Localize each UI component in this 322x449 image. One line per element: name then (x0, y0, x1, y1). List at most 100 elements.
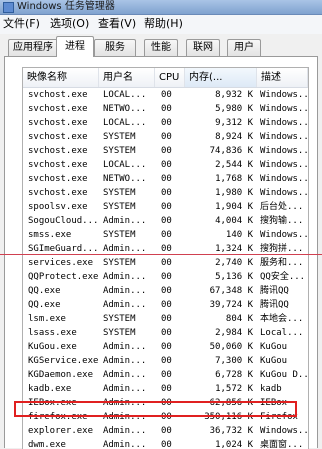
user-name-cell: SYSTEM (103, 188, 136, 198)
memory-cell: 1,572 K (215, 384, 253, 394)
memory-cell: 74,836 K (209, 146, 253, 156)
menu-bar: 文件(F) 选项(O) 查看(V) 帮助(H) (0, 15, 322, 34)
image-name-cell: kadb.exe (28, 384, 72, 394)
tab-users[interactable]: 用户 (227, 39, 261, 56)
memory-cell: 1,768 K (215, 174, 253, 184)
process-row[interactable]: spoolsv.exe SYSTEM 00 1,904 K 后台处... (23, 200, 308, 214)
process-row[interactable]: svchost.exe LOCAL... 00 8,932 K Windows... (23, 88, 308, 102)
process-row[interactable]: svchost.exe NETWO... 00 5,980 K Windows... (23, 102, 308, 116)
image-name-cell: KuGou.exe (28, 342, 77, 352)
cpu-cell: 00 (161, 370, 172, 380)
marker-line (0, 254, 322, 255)
process-row[interactable]: QQ.exe Admin... 00 39,724 K 腾讯QQ (23, 298, 308, 312)
description-cell: QQ安全... (260, 272, 306, 282)
process-row[interactable]: explorer.exe Admin... 00 36,732 K Windows... (23, 424, 308, 438)
user-name-cell: SYSTEM (103, 328, 136, 338)
description-cell: Windows... (260, 230, 308, 240)
memory-cell: 5,136 K (215, 272, 253, 282)
description-cell: 腾讯QQ (260, 300, 289, 310)
process-row[interactable]: KGDaemon.exe Admin... 00 6,728 K KuGou D... (23, 368, 308, 382)
image-name-cell: dwm.exe (28, 440, 66, 449)
description-cell: Windows... (260, 118, 308, 128)
process-row[interactable]: lsm.exe SYSTEM 00 804 K 本地会... (23, 312, 308, 326)
cpu-cell: 00 (161, 104, 172, 114)
memory-cell: 39,724 K (209, 300, 253, 310)
image-name-cell: lsm.exe (28, 314, 66, 324)
column-header-description[interactable]: 描述 (257, 68, 308, 87)
process-row[interactable]: svchost.exe SYSTEM 00 1,980 K Windows... (23, 186, 308, 200)
memory-cell: 2,740 K (215, 258, 253, 268)
column-header-image-name[interactable]: 映像名称 (23, 68, 99, 87)
process-row[interactable]: dwm.exe Admin... 00 1,024 K 桌面窗... (23, 438, 308, 449)
user-name-cell: SYSTEM (103, 230, 136, 240)
user-name-cell: LOCAL... (103, 160, 147, 170)
column-header-cpu[interactable]: CPU (155, 68, 185, 87)
process-row[interactable]: QQ.exe Admin... 00 67,348 K 腾讯QQ (23, 284, 308, 298)
memory-cell: 6,728 K (215, 370, 253, 380)
column-header-memory[interactable]: 内存(... (185, 68, 257, 87)
cpu-cell: 00 (161, 90, 172, 100)
menu-options[interactable]: 选项(O) (50, 17, 89, 31)
process-row[interactable]: svchost.exe LOCAL... 00 9,312 K Windows... (23, 116, 308, 130)
image-name-cell: QQProtect.exe (28, 272, 99, 282)
column-header-user-name[interactable]: 用户名 (99, 68, 155, 87)
image-name-cell: QQ.exe (28, 286, 61, 296)
processes-panel: 映像名称 用户名 CPU 内存(... 描述 svchost.exe LOCAL.… (4, 56, 318, 449)
description-cell: KuGou (260, 342, 288, 352)
menu-file[interactable]: 文件(F) (3, 17, 40, 31)
user-name-cell: SYSTEM (103, 146, 136, 156)
cpu-cell: 00 (161, 342, 172, 352)
cpu-cell: 00 (161, 146, 172, 156)
user-name-cell: Admin... (103, 426, 147, 436)
process-row[interactable]: KuGou.exe Admin... 00 50,060 K KuGou (23, 340, 308, 354)
image-name-cell: svchost.exe (28, 132, 88, 142)
process-row[interactable]: svchost.exe SYSTEM 00 8,924 K Windows... (23, 130, 308, 144)
tab-networking[interactable]: 联网 (186, 39, 220, 56)
explorer-highlight-box (14, 401, 297, 417)
cpu-cell: 00 (161, 286, 172, 296)
image-name-cell: svchost.exe (28, 188, 88, 198)
process-row[interactable]: SogouCloud... Admin... 00 4,004 K 搜狗输... (23, 214, 308, 228)
tab-processes[interactable]: 进程 (56, 36, 94, 57)
memory-cell: 1,024 K (215, 440, 253, 449)
process-row[interactable]: kadb.exe Admin... 00 1,572 K kadb (23, 382, 308, 396)
process-row[interactable]: QQProtect.exe Admin... 00 5,136 K QQ安全... (23, 270, 308, 284)
cpu-cell: 00 (161, 118, 172, 128)
process-row[interactable]: smss.exe SYSTEM 00 140 K Windows... (23, 228, 308, 242)
description-cell: Windows... (260, 174, 308, 184)
memory-cell: 50,060 K (209, 342, 253, 352)
cpu-cell: 00 (161, 314, 172, 324)
description-cell: kadb (260, 384, 282, 394)
user-name-cell: Admin... (103, 216, 147, 226)
cpu-cell: 00 (161, 440, 172, 449)
process-row[interactable]: KGService.exe Admin... 00 7,300 K KuGou (23, 354, 308, 368)
process-row[interactable]: svchost.exe LOCAL... 00 2,544 K Windows... (23, 158, 308, 172)
description-cell: 服务和... (260, 258, 304, 268)
image-name-cell: KGService.exe (28, 356, 99, 366)
cpu-cell: 00 (161, 426, 172, 436)
memory-cell: 36,732 K (209, 426, 253, 436)
process-row[interactable]: services.exe SYSTEM 00 2,740 K 服务和... (23, 256, 308, 270)
description-cell: KuGou D... (260, 370, 308, 380)
tab-performance[interactable]: 性能 (144, 39, 178, 56)
cpu-cell: 00 (161, 132, 172, 142)
menu-help[interactable]: 帮助(H) (144, 17, 183, 31)
menu-view[interactable]: 查看(V) (98, 17, 136, 31)
cpu-cell: 00 (161, 188, 172, 198)
tab-services[interactable]: 服务 (94, 39, 136, 56)
memory-cell: 140 K (225, 230, 253, 240)
description-cell: Windows... (260, 188, 308, 198)
cpu-cell: 00 (161, 160, 172, 170)
cpu-cell: 00 (161, 230, 172, 240)
process-list[interactable]: 映像名称 用户名 CPU 内存(... 描述 svchost.exe LOCAL.… (22, 67, 309, 449)
memory-cell: 1,980 K (215, 188, 253, 198)
process-row[interactable]: lsass.exe SYSTEM 00 2,984 K Local... (23, 326, 308, 340)
process-row[interactable]: svchost.exe SYSTEM 00 74,836 K Windows... (23, 144, 308, 158)
user-name-cell: SYSTEM (103, 258, 136, 268)
image-name-cell: lsass.exe (28, 328, 77, 338)
user-name-cell: Admin... (103, 356, 147, 366)
cpu-cell: 00 (161, 272, 172, 282)
memory-cell: 1,904 K (215, 202, 253, 212)
tab-applications[interactable]: 应用程序 (8, 39, 58, 56)
process-row[interactable]: svchost.exe NETWO... 00 1,768 K Windows... (23, 172, 308, 186)
